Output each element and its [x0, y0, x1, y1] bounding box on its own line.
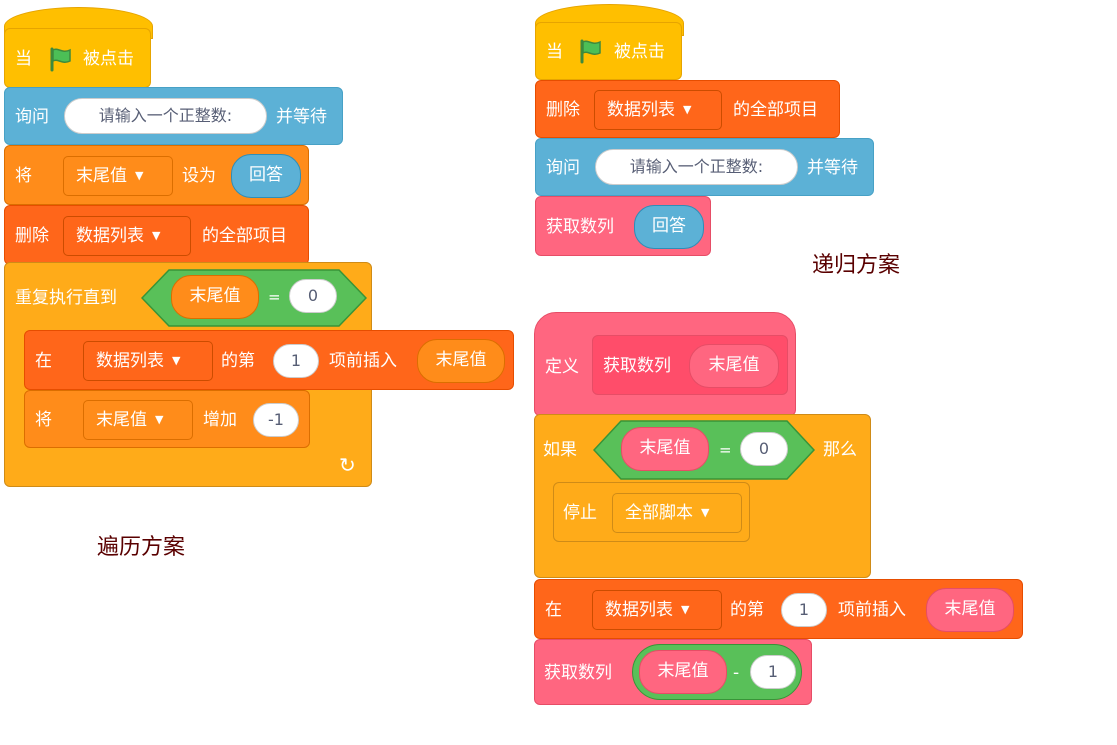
insert-at-label: 在	[545, 600, 562, 620]
delete-all-of-list-block[interactable]: 删除 数据列表 ▼ 的全部项目	[4, 205, 309, 265]
change-amount-input[interactable]: -1	[253, 403, 299, 437]
list-dropdown[interactable]: 数据列表 ▼	[83, 341, 213, 381]
ask-label: 询问	[15, 107, 49, 127]
loop-arrow-icon: ↻	[339, 453, 356, 477]
answer-reporter[interactable]: 回答	[231, 154, 301, 198]
dropdown-caret-icon: ▼	[155, 413, 164, 426]
param-reporter[interactable]: 末尾值	[926, 588, 1014, 632]
green-flag-icon	[580, 39, 601, 64]
ask-and-wait-block[interactable]: 询问 请输入一个正整数: 并等待	[535, 138, 874, 196]
define-prototype[interactable]: 获取数列 末尾值	[592, 335, 788, 395]
traverse-caption: 遍历方案	[97, 535, 186, 560]
repeat-until-label: 重复执行直到	[15, 288, 117, 308]
when-flag-clicked-block[interactable]: 当 被点击	[4, 28, 151, 88]
then-label: 那么	[823, 440, 857, 460]
answer-reporter[interactable]: 回答	[634, 205, 704, 249]
set-label: 将	[15, 166, 32, 186]
dropdown-caret-icon: ▼	[135, 169, 144, 182]
list-name: 数据列表	[607, 100, 675, 120]
insert-at-list-block[interactable]: 在 数据列表 ▼ 的第 1 项前插入 末尾值	[534, 579, 1023, 639]
index-input[interactable]: 1	[781, 593, 827, 627]
clicked-label: 被点击	[614, 42, 665, 62]
when-flag-clicked-block[interactable]: 当 被点击	[535, 22, 682, 80]
param-reporter[interactable]: 末尾值	[689, 344, 779, 388]
dropdown-caret-icon: ▼	[701, 506, 710, 519]
define-block[interactable]: 定义 获取数列 末尾值	[534, 312, 796, 416]
variable-reporter[interactable]: 末尾值	[171, 275, 259, 319]
define-label: 定义	[545, 357, 579, 377]
get-list-label: 获取数列	[546, 217, 614, 237]
green-flag-icon	[50, 47, 71, 72]
list-dropdown[interactable]: 数据列表 ▼	[592, 590, 722, 630]
delete-label: 删除	[546, 100, 580, 120]
stop-option-dropdown[interactable]: 全部脚本 ▼	[612, 493, 742, 533]
and-wait-label: 并等待	[276, 107, 327, 127]
ask-label: 询问	[546, 158, 580, 178]
param-reporter[interactable]: 末尾值	[621, 427, 709, 471]
dropdown-caret-icon: ▼	[683, 103, 692, 116]
insert-nth-label: 的第	[221, 351, 255, 371]
call-get-list-block[interactable]: 获取数列 回答	[535, 196, 711, 256]
if-label: 如果	[543, 440, 577, 460]
variable-dropdown[interactable]: 末尾值 ▼	[63, 156, 173, 196]
variable-name: 末尾值	[76, 166, 127, 186]
and-wait-label: 并等待	[807, 158, 858, 178]
insert-before-label: 项前插入	[329, 351, 397, 371]
insert-nth-label: 的第	[730, 600, 764, 620]
set-to-label: 设为	[182, 166, 216, 186]
change-by-label: 增加	[203, 410, 237, 430]
compare-value-input[interactable]: 0	[740, 432, 788, 466]
compare-value-input[interactable]: 0	[289, 279, 337, 313]
call-get-list-block[interactable]: 获取数列 末尾值 - 1	[534, 639, 812, 705]
ask-prompt-input[interactable]: 请输入一个正整数:	[595, 149, 798, 185]
delete-all-label: 的全部项目	[733, 100, 818, 120]
subtract-value-input[interactable]: 1	[750, 655, 796, 689]
equals-sign: =	[719, 441, 732, 459]
list-dropdown[interactable]: 数据列表 ▼	[594, 90, 722, 130]
ask-and-wait-block[interactable]: 询问 请输入一个正整数: 并等待	[4, 87, 343, 145]
recursive-caption: 递归方案	[812, 253, 901, 278]
delete-all-label: 的全部项目	[202, 226, 287, 246]
stop-label: 停止	[563, 503, 597, 523]
set-variable-block[interactable]: 将 末尾值 ▼ 设为 回答	[4, 145, 309, 205]
variable-name: 末尾值	[96, 410, 147, 430]
index-input[interactable]: 1	[273, 344, 319, 378]
minus-sign: -	[733, 663, 740, 683]
insert-at-label: 在	[35, 351, 52, 371]
stop-option: 全部脚本	[625, 503, 693, 523]
list-name: 数据列表	[76, 226, 144, 246]
stop-block[interactable]: 停止 全部脚本 ▼	[553, 482, 750, 542]
get-list-label: 获取数列	[544, 663, 612, 683]
dropdown-caret-icon: ▼	[681, 603, 690, 616]
equals-sign: =	[268, 288, 281, 306]
get-list-label: 获取数列	[603, 356, 671, 376]
dropdown-caret-icon: ▼	[152, 229, 161, 242]
dropdown-caret-icon: ▼	[172, 354, 181, 367]
list-name: 数据列表	[605, 600, 673, 620]
when-label: 当	[15, 49, 32, 69]
variable-dropdown[interactable]: 末尾值 ▼	[83, 400, 193, 440]
list-dropdown[interactable]: 数据列表 ▼	[63, 216, 191, 256]
list-name: 数据列表	[96, 351, 164, 371]
param-reporter[interactable]: 末尾值	[639, 650, 727, 694]
variable-reporter[interactable]: 末尾值	[417, 339, 505, 383]
ask-prompt-input[interactable]: 请输入一个正整数:	[64, 98, 267, 134]
insert-at-list-block[interactable]: 在 数据列表 ▼ 的第 1 项前插入 末尾值	[24, 330, 514, 390]
change-variable-block[interactable]: 将 末尾值 ▼ 增加 -1	[24, 390, 310, 448]
when-label: 当	[546, 42, 563, 62]
change-label: 将	[35, 410, 52, 430]
delete-label: 删除	[15, 226, 49, 246]
insert-before-label: 项前插入	[838, 600, 906, 620]
delete-all-of-list-block[interactable]: 删除 数据列表 ▼ 的全部项目	[535, 80, 840, 138]
clicked-label: 被点击	[83, 49, 134, 69]
